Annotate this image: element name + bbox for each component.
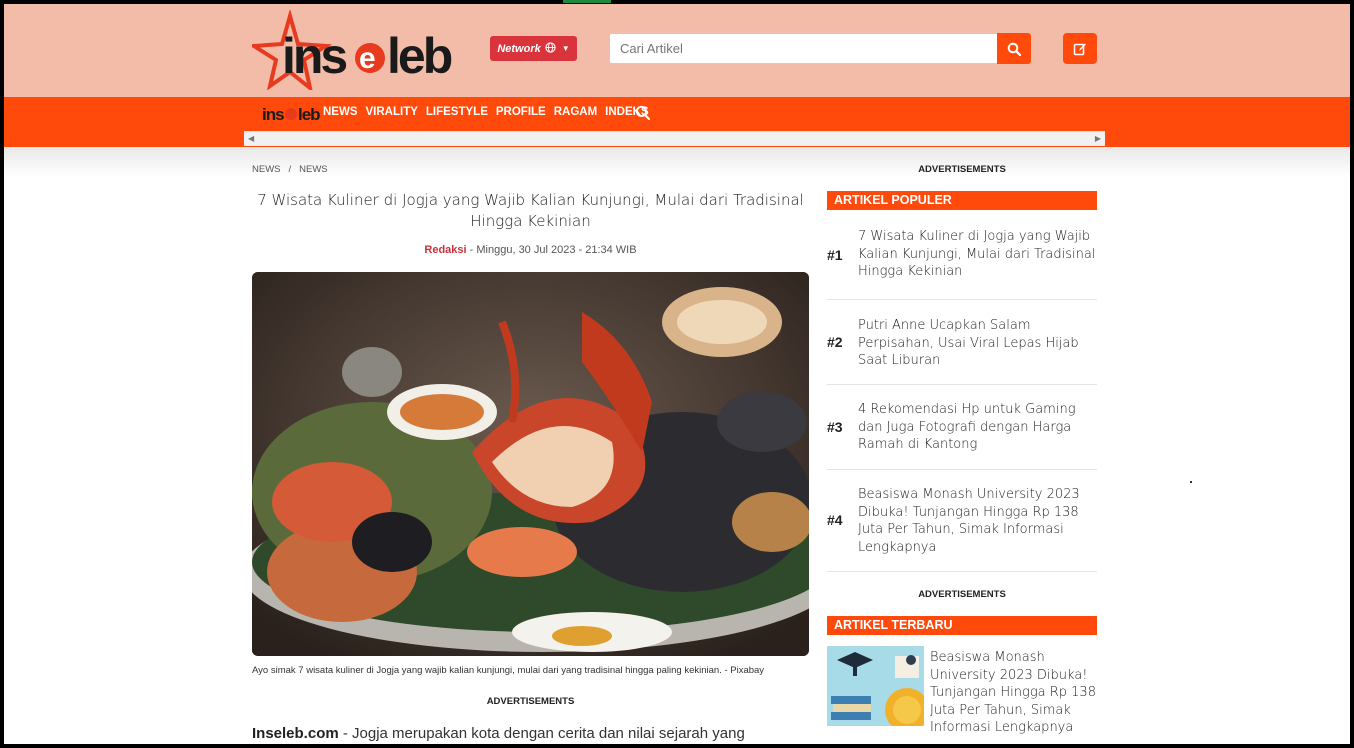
article-author[interactable]: Redaksi	[424, 244, 466, 256]
search-icon	[1007, 42, 1021, 56]
breadcrumb-news-current[interactable]: NEWS	[299, 164, 328, 175]
latest-article-thumbnail[interactable]	[827, 646, 924, 726]
caret-down-icon: ▼	[561, 44, 570, 53]
image-caption: Ayo simak 7 wisata kuliner di Jogja yang…	[252, 665, 765, 676]
main-navigation: ins leb NEWS VIRALITY LIFESTYLE PROFILE …	[4, 97, 1350, 147]
nav-search-button[interactable]	[635, 105, 650, 125]
network-dropdown-button[interactable]: Network ▼	[490, 36, 577, 61]
latest-heading: ARTIKEL TERBARU	[827, 616, 1097, 635]
site-header: ins e leb Network ▼	[4, 4, 1350, 97]
advertisement-label: ADVERTISEMENTS	[486, 696, 575, 707]
nav-shadow	[4, 147, 1350, 177]
globe-icon	[545, 41, 556, 56]
article-lead: Inseleb.com - Jogja merupakan kota denga…	[252, 725, 809, 742]
logo-wordmark: ins	[282, 28, 346, 84]
popular-item[interactable]: #2 Putri Anne Ucapkan Salam Perpisahan, …	[827, 300, 1097, 385]
lead-text: - Jogja merupakan kota dengan cerita dan…	[338, 725, 745, 742]
svg-text:ins: ins	[262, 105, 284, 124]
popular-title[interactable]: 4 Rekomendasi Hp untuk Gaming dan Juga F…	[858, 401, 1098, 454]
popular-title[interactable]: 7 Wisata Kuliner di Jogja yang Wajib Kal…	[858, 228, 1098, 281]
svg-text:leb: leb	[298, 105, 320, 124]
page: ins e leb Network ▼ ins leb NEWS V	[4, 4, 1350, 744]
scroll-left-icon[interactable]: ◀	[248, 134, 254, 143]
sidebar-advertisement-label-2: ADVERTISEMENTS	[918, 589, 1006, 600]
popular-rank: #4	[827, 512, 843, 528]
svg-text:e: e	[359, 42, 376, 75]
cursor-dot	[1190, 481, 1192, 483]
horizontal-scrollbar[interactable]: ◀ ▶	[244, 131, 1105, 146]
breadcrumb: NEWS / NEWS	[252, 164, 328, 175]
popular-item[interactable]: #1 7 Wisata Kuliner di Jogja yang Wajib …	[827, 226, 1097, 300]
article-date: - Minggu, 30 Jul 2023 - 21:34 WIB	[469, 244, 637, 256]
popular-rank: #3	[827, 419, 843, 435]
article-title: 7 Wisata Kuliner di Jogja yang Wajib Kal…	[257, 191, 804, 230]
network-label: Network	[497, 42, 541, 55]
popular-item[interactable]: #3 4 Rekomendasi Hp untuk Gaming dan Jug…	[827, 385, 1097, 470]
popular-rank: #2	[827, 334, 843, 350]
nav-menu: NEWS VIRALITY LIFESTYLE PROFILE RAGAM IN…	[323, 106, 649, 118]
popular-item[interactable]: #4 Beasiswa Monash University 2023 Dibuk…	[827, 470, 1097, 572]
scroll-right-icon[interactable]: ▶	[1095, 134, 1101, 143]
nav-item-profile[interactable]: PROFILE	[496, 106, 546, 118]
write-article-button[interactable]	[1063, 33, 1097, 64]
popular-heading: ARTIKEL POPULER	[827, 191, 1097, 210]
edit-icon	[1073, 43, 1086, 55]
popular-title[interactable]: Putri Anne Ucapkan Salam Perpisahan, Usa…	[858, 317, 1098, 370]
search-input[interactable]	[609, 33, 998, 64]
article-hero-image	[252, 272, 809, 656]
sidebar-advertisement-label: ADVERTISEMENTS	[918, 164, 1006, 175]
popular-title[interactable]: Beasiswa Monash University 2023 Dibuka! …	[858, 486, 1098, 556]
svg-text:leb: leb	[387, 28, 452, 84]
article-meta: Redaksi - Minggu, 30 Jul 2023 - 21:34 WI…	[252, 244, 809, 256]
popular-rank: #1	[827, 247, 843, 263]
nav-logo[interactable]: ins leb	[262, 102, 320, 124]
latest-article-title[interactable]: Beasiswa Monash University 2023 Dibuka! …	[930, 649, 1100, 737]
nav-item-ragam[interactable]: RAGAM	[554, 106, 597, 118]
breadcrumb-separator: /	[288, 164, 292, 175]
browser-accent-strip	[563, 0, 611, 3]
search-icon	[635, 105, 650, 120]
breadcrumb-news[interactable]: NEWS	[252, 164, 281, 175]
site-logo[interactable]: ins e leb	[252, 10, 457, 90]
search-button[interactable]	[997, 33, 1031, 64]
nav-item-news[interactable]: NEWS	[323, 106, 358, 118]
nav-item-virality[interactable]: VIRALITY	[366, 106, 418, 118]
lead-brand: Inseleb.com	[252, 725, 339, 742]
nav-item-lifestyle[interactable]: LIFESTYLE	[426, 106, 488, 118]
